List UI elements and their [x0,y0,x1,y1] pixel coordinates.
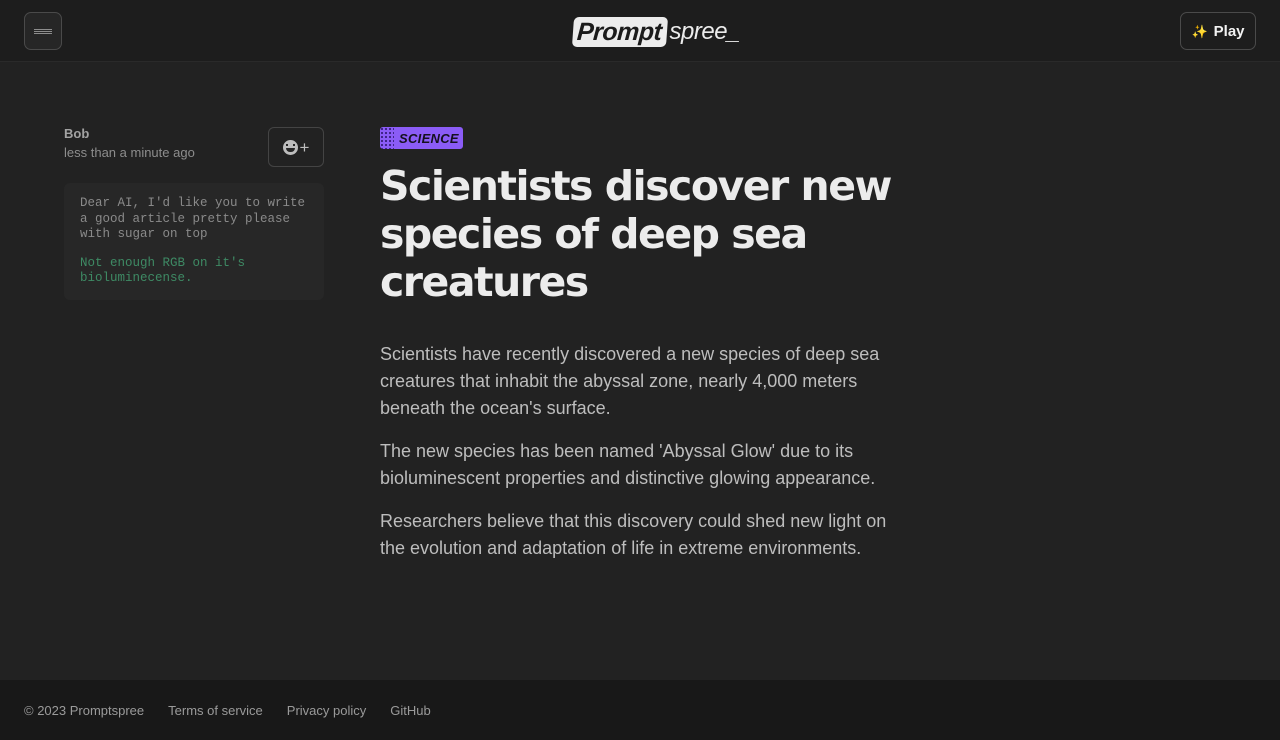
sparkle-icon: ✨ [1191,23,1208,39]
prompt-box: Dear AI, I'd like you to write a good ar… [64,183,324,300]
article-paragraph: Scientists have recently discovered a ne… [380,344,880,418]
prompt-text: Dear AI, I'd like you to write a good ar… [80,196,306,241]
article-title: Scientists discover new species of deep … [380,162,892,306]
play-button[interactable]: ✨ Play [1180,12,1256,50]
menu-button[interactable] [24,12,62,50]
author-name: Bob [64,126,90,141]
site-logo[interactable]: Prompt spree_ [571,15,741,47]
post-timestamp: less than a minute ago [64,145,195,160]
copyright-text: © 2023 Promptspree [24,702,145,718]
privacy-link[interactable]: Privacy policy [287,703,366,718]
play-button-label: Play [1213,22,1245,40]
author-info: Bob less than a minute ago [64,126,195,162]
add-reaction-icon [282,139,298,155]
logo-secondary: spree_ [669,18,741,45]
footer: © 2023 Promptspree Terms of service Priv… [0,680,1280,740]
logo-primary: Prompt [571,17,668,47]
tag-pattern-icon [380,127,394,149]
hamburger-icon [34,28,52,34]
add-reaction-button[interactable]: + [268,127,324,167]
github-link[interactable]: GitHub [390,703,430,718]
category-label: SCIENCE [399,130,459,146]
top-header: Prompt spree_ ✨ Play [0,0,1280,62]
ai-response-text: Not enough RGB on it's biolumineсense. [80,255,246,286]
article-body: Scientists have recently discovered a ne… [380,341,900,578]
plus-icon: + [299,137,310,157]
article-paragraph: The new species has been named 'Abyssal … [380,441,876,488]
terms-link[interactable]: Terms of service [168,703,263,718]
category-tag[interactable]: SCIENCE [380,127,463,149]
article-paragraph: Researchers believe that this discovery … [380,511,887,558]
